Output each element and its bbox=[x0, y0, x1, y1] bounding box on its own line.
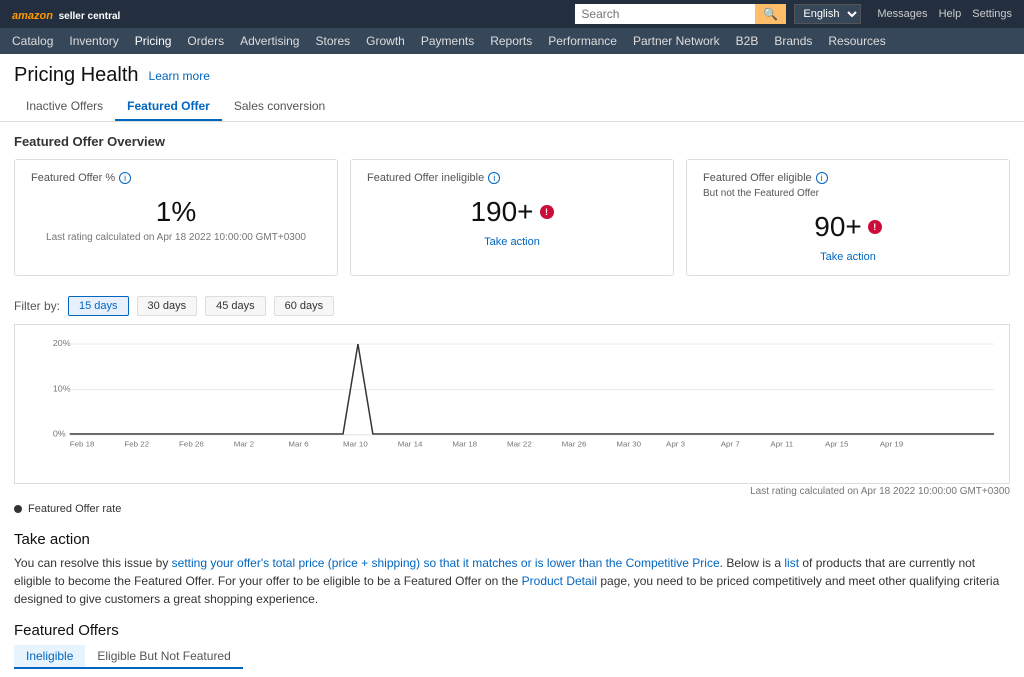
logo: amazon seller central bbox=[12, 7, 120, 22]
nav-brands[interactable]: Brands bbox=[774, 32, 812, 50]
nav-b2b[interactable]: B2B bbox=[736, 32, 759, 50]
svg-text:Apr 7: Apr 7 bbox=[721, 440, 740, 449]
nav-payments[interactable]: Payments bbox=[421, 32, 474, 50]
help-link[interactable]: Help bbox=[939, 8, 962, 20]
card1-note: Last rating calculated on Apr 18 2022 10… bbox=[31, 232, 321, 243]
svg-text:Mar 30: Mar 30 bbox=[616, 440, 641, 449]
messages-link[interactable]: Messages bbox=[877, 8, 927, 20]
settings-link[interactable]: Settings bbox=[972, 8, 1012, 20]
header-links: Messages Help Settings bbox=[869, 8, 1012, 20]
filter-15days[interactable]: 15 days bbox=[68, 296, 129, 316]
svg-text:Feb 18: Feb 18 bbox=[70, 440, 95, 449]
tab-featured-offer[interactable]: Featured Offer bbox=[115, 93, 222, 121]
filter-30days[interactable]: 30 days bbox=[137, 296, 198, 316]
card2-title: Featured Offer ineligible i bbox=[367, 172, 657, 184]
legend-dot bbox=[14, 505, 22, 513]
nav-growth[interactable]: Growth bbox=[366, 32, 405, 50]
tab-sales-conversion[interactable]: Sales conversion bbox=[222, 93, 337, 121]
svg-text:Mar 10: Mar 10 bbox=[343, 440, 368, 449]
nav-reports[interactable]: Reports bbox=[490, 32, 532, 50]
svg-text:Feb 26: Feb 26 bbox=[179, 440, 204, 449]
nav-partner-network[interactable]: Partner Network bbox=[633, 32, 720, 50]
featured-offers-subtabs: Ineligible Eligible But Not Featured bbox=[14, 645, 243, 669]
card3-title: Featured Offer eligible i bbox=[703, 172, 993, 184]
svg-text:Apr 15: Apr 15 bbox=[825, 440, 848, 449]
take-action-text: You can resolve this issue by setting yo… bbox=[14, 554, 1010, 608]
svg-text:Apr 3: Apr 3 bbox=[666, 440, 685, 449]
card2-take-action-link[interactable]: Take action bbox=[484, 236, 540, 248]
card3-take-action-link[interactable]: Take action bbox=[820, 251, 876, 263]
header-right: 🔍 English Messages Help Settings bbox=[575, 4, 1012, 24]
nav-stores[interactable]: Stores bbox=[315, 32, 350, 50]
product-detail-link[interactable]: Product Detail bbox=[522, 574, 597, 588]
filter-label: Filter by: bbox=[14, 299, 60, 313]
nav-inventory[interactable]: Inventory bbox=[69, 32, 118, 50]
card2-info-icon[interactable]: i bbox=[488, 172, 500, 184]
search-bar: 🔍 bbox=[575, 4, 786, 24]
page-header: Pricing Health Learn more bbox=[0, 54, 1024, 93]
svg-text:20%: 20% bbox=[53, 338, 71, 348]
header: amazon seller central 🔍 English Messages… bbox=[0, 0, 1024, 28]
seller-central-label: seller central bbox=[59, 11, 121, 22]
main-nav: Catalog Inventory Pricing Orders Adverti… bbox=[0, 28, 1024, 54]
list-link[interactable]: list bbox=[784, 556, 799, 570]
search-input[interactable] bbox=[575, 4, 755, 24]
language-select[interactable]: English bbox=[794, 4, 861, 24]
card3-info-icon[interactable]: i bbox=[816, 172, 828, 184]
search-button[interactable]: 🔍 bbox=[755, 4, 786, 24]
svg-text:10%: 10% bbox=[53, 384, 71, 394]
nav-performance[interactable]: Performance bbox=[548, 32, 617, 50]
filter-row: Filter by: 15 days 30 days 45 days 60 da… bbox=[0, 288, 1024, 324]
take-action-section: Take action You can resolve this issue b… bbox=[0, 521, 1024, 614]
take-action-title: Take action bbox=[14, 531, 1010, 548]
overview-section: Featured Offer Overview Featured Offer %… bbox=[0, 122, 1024, 288]
card3-subtitle: But not the Featured Offer bbox=[703, 188, 993, 199]
page-title: Pricing Health bbox=[14, 64, 139, 87]
learn-more-link[interactable]: Learn more bbox=[149, 69, 210, 83]
setting-price-link[interactable]: setting your offer's total price (price … bbox=[172, 556, 720, 570]
nav-orders[interactable]: Orders bbox=[187, 32, 224, 50]
card1-info-icon[interactable]: i bbox=[119, 172, 131, 184]
featured-offers-section: Featured Offers Ineligible Eligible But … bbox=[0, 614, 1024, 677]
cards-row: Featured Offer % i 1% Last rating calcul… bbox=[14, 159, 1010, 276]
card2-action: Take action bbox=[367, 234, 657, 248]
tab-inactive-offers[interactable]: Inactive Offers bbox=[14, 93, 115, 121]
svg-text:Apr 11: Apr 11 bbox=[770, 440, 793, 449]
nav-pricing[interactable]: Pricing bbox=[135, 32, 172, 50]
featured-offers-title: Featured Offers bbox=[14, 622, 1010, 639]
card-featured-offer-pct: Featured Offer % i 1% Last rating calcul… bbox=[14, 159, 338, 276]
svg-text:Mar 6: Mar 6 bbox=[288, 440, 308, 449]
card2-alert-icon: ! bbox=[540, 205, 554, 219]
card1-title: Featured Offer % i bbox=[31, 172, 321, 184]
svg-text:Mar 14: Mar 14 bbox=[398, 440, 424, 449]
svg-text:Mar 18: Mar 18 bbox=[452, 440, 477, 449]
filter-45days[interactable]: 45 days bbox=[205, 296, 266, 316]
card-eligible: Featured Offer eligible i But not the Fe… bbox=[686, 159, 1010, 276]
overview-title: Featured Offer Overview bbox=[14, 134, 1010, 149]
chart-legend: Featured Offer rate bbox=[0, 497, 1024, 521]
chart-svg: 20% 10% 0% Feb 18 Feb 22 Feb 26 Mar 2 Ma… bbox=[25, 335, 999, 453]
svg-text:Apr 19: Apr 19 bbox=[880, 440, 903, 449]
svg-text:Mar 2: Mar 2 bbox=[234, 440, 254, 449]
legend-label: Featured Offer rate bbox=[28, 503, 121, 515]
main-tabs: Inactive Offers Featured Offer Sales con… bbox=[0, 93, 1024, 122]
svg-text:Mar 26: Mar 26 bbox=[562, 440, 587, 449]
card3-action: Take action bbox=[703, 249, 993, 263]
card2-value: 190+ ! bbox=[367, 196, 657, 228]
nav-resources[interactable]: Resources bbox=[828, 32, 885, 50]
card3-value: 90+ ! bbox=[703, 211, 993, 243]
svg-text:0%: 0% bbox=[53, 429, 66, 439]
subtab-ineligible[interactable]: Ineligible bbox=[14, 645, 85, 669]
card1-value: 1% bbox=[31, 196, 321, 228]
svg-text:Feb 22: Feb 22 bbox=[124, 440, 149, 449]
chart-note: Last rating calculated on Apr 18 2022 10… bbox=[0, 484, 1024, 497]
card-ineligible: Featured Offer ineligible i 190+ ! Take … bbox=[350, 159, 674, 276]
nav-advertising[interactable]: Advertising bbox=[240, 32, 299, 50]
nav-catalog[interactable]: Catalog bbox=[12, 32, 53, 50]
chart-area: 20% 10% 0% Feb 18 Feb 22 Feb 26 Mar 2 Ma… bbox=[14, 324, 1010, 484]
card3-alert-icon: ! bbox=[868, 220, 882, 234]
subtab-eligible-not-featured[interactable]: Eligible But Not Featured bbox=[85, 645, 242, 667]
svg-text:Mar 22: Mar 22 bbox=[507, 440, 532, 449]
filter-60days[interactable]: 60 days bbox=[274, 296, 335, 316]
